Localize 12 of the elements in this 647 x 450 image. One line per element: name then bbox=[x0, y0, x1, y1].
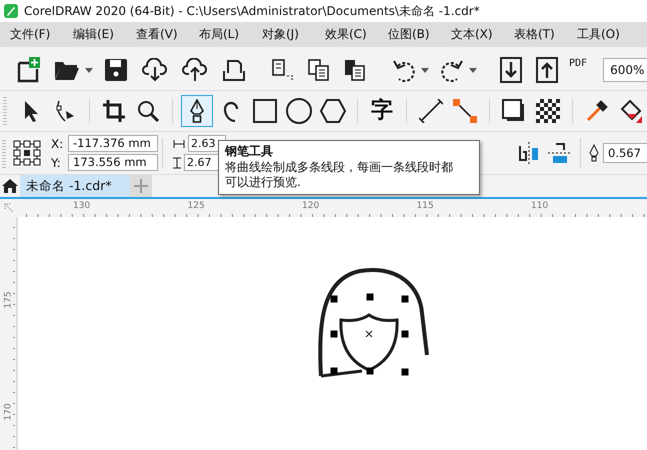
ruler-label: 110 bbox=[531, 201, 548, 211]
x-label: X: bbox=[51, 136, 64, 150]
ruler-label: 130 bbox=[73, 201, 90, 211]
ruler-label: 175 bbox=[4, 291, 14, 309]
tooltip-title: 钢笔工具 bbox=[225, 143, 274, 160]
ruler-label: 170 bbox=[4, 403, 14, 421]
y-label: Y: bbox=[51, 156, 62, 170]
ruler-label: 115 bbox=[416, 201, 434, 211]
ruler-label: 120 bbox=[302, 201, 320, 211]
ruler-label: 125 bbox=[188, 201, 205, 211]
tooltip-description: 将曲线绘制成多条线段，每画一条线段时都可以进行预览. bbox=[225, 160, 454, 190]
window-title: CorelDRAW 2020 (64-Bit) - C:\Users\Administrator\Documents\未命名 -1.cdr* bbox=[24, 2, 480, 20]
